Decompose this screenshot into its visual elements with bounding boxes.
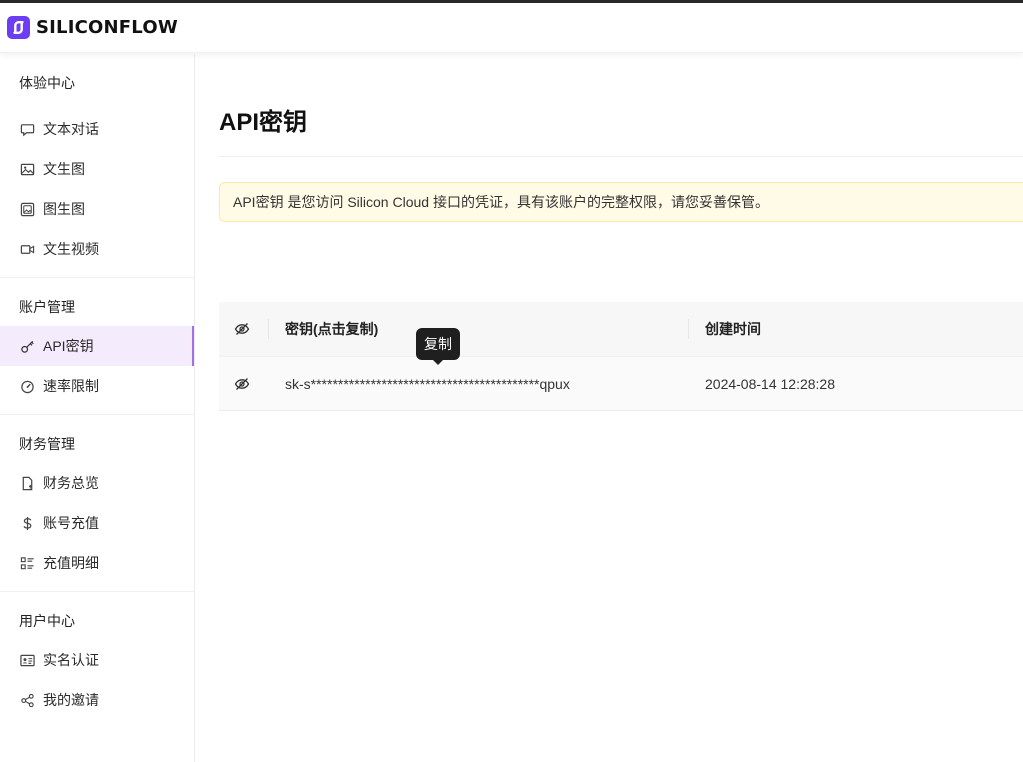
sidebar: 体验中心 文本对话 文生图 图生图 文生视频 账户管理 API密钥 速率限制 财… xyxy=(0,54,195,762)
main-content: API密钥 API密钥 是您访问 Silicon Cloud 接口的凭证，具有该… xyxy=(195,54,1023,762)
section-title-finance: 财务管理 xyxy=(19,436,75,452)
bill-icon xyxy=(19,475,35,491)
sidebar-item-recharge-details[interactable]: 充值明细 xyxy=(0,543,194,583)
created-time: 2024-08-14 12:28:28 xyxy=(705,375,835,392)
top-header: SILICONFLOW xyxy=(0,3,1023,53)
key-icon xyxy=(19,338,35,354)
siliconflow-logo-icon xyxy=(7,16,30,39)
sidebar-item-label: 账号充值 xyxy=(43,515,99,531)
sidebar-item-label: 我的邀请 xyxy=(43,692,99,708)
list-icon xyxy=(19,555,35,571)
sidebar-item-image-to-image[interactable]: 图生图 xyxy=(0,189,194,229)
column-separator xyxy=(688,319,689,339)
section-title-experience: 体验中心 xyxy=(19,75,75,91)
api-key-value[interactable]: sk-s************************************… xyxy=(285,376,570,392)
copy-tooltip: 复制 xyxy=(416,328,460,365)
sidebar-item-text-chat[interactable]: 文本对话 xyxy=(0,109,194,149)
sidebar-item-my-invitations[interactable]: 我的邀请 xyxy=(0,680,194,720)
sidebar-divider xyxy=(0,414,194,415)
eye-off-icon[interactable] xyxy=(234,321,250,337)
table-header: 密钥(点击复制) 创建时间 xyxy=(219,302,1023,356)
sidebar-item-label: API密钥 xyxy=(43,338,94,354)
sidebar-divider xyxy=(0,591,194,592)
column-header-key: 密钥(点击复制) xyxy=(285,321,379,337)
sidebar-item-text-to-video[interactable]: 文生视频 xyxy=(0,229,194,269)
column-separator xyxy=(268,319,269,339)
eye-off-icon[interactable] xyxy=(234,376,250,392)
column-header-created: 创建时间 xyxy=(705,321,761,337)
sidebar-item-text-to-image[interactable]: 文生图 xyxy=(0,149,194,189)
gauge-icon xyxy=(19,378,35,394)
sidebar-item-label: 实名认证 xyxy=(43,652,99,668)
image-icon xyxy=(19,161,35,177)
chat-icon xyxy=(19,121,35,137)
page-title: API密钥 xyxy=(219,109,308,136)
sidebar-item-finance-overview[interactable]: 财务总览 xyxy=(0,463,194,503)
sidebar-item-label: 充值明细 xyxy=(43,555,99,571)
sidebar-item-api-keys[interactable]: API密钥 xyxy=(0,326,194,366)
sidebar-divider xyxy=(0,277,194,278)
sidebar-item-label: 财务总览 xyxy=(43,475,99,491)
notice-banner: API密钥 是您访问 Silicon Cloud 接口的凭证，具有该账户的完整权… xyxy=(219,182,1023,222)
sidebar-item-recharge[interactable]: 账号充值 xyxy=(0,503,194,543)
sidebar-item-label: 文本对话 xyxy=(43,121,99,137)
sidebar-item-rate-limit[interactable]: 速率限制 xyxy=(0,366,194,406)
table-row: sk-s************************************… xyxy=(219,356,1023,411)
id-card-icon xyxy=(19,652,35,668)
section-title-account: 账户管理 xyxy=(19,299,75,315)
share-icon xyxy=(19,692,35,708)
sidebar-item-label: 文生图 xyxy=(43,161,85,177)
title-divider xyxy=(219,156,1023,157)
video-icon xyxy=(19,241,35,257)
image-edit-icon xyxy=(19,201,35,217)
dollar-icon xyxy=(19,515,35,531)
sidebar-item-real-name-verification[interactable]: 实名认证 xyxy=(0,640,194,680)
sidebar-item-label: 速率限制 xyxy=(43,378,99,394)
section-title-user-center: 用户中心 xyxy=(19,613,75,629)
brand-name: SILICONFLOW xyxy=(36,17,178,38)
sidebar-item-label: 图生图 xyxy=(43,201,85,217)
brand-logo[interactable]: SILICONFLOW xyxy=(7,16,178,39)
notice-text: API密钥 是您访问 Silicon Cloud 接口的凭证，具有该账户的完整权… xyxy=(233,194,769,210)
sidebar-item-label: 文生视频 xyxy=(43,241,99,257)
api-keys-table: 密钥(点击复制) 创建时间 sk-s**********************… xyxy=(219,302,1023,411)
